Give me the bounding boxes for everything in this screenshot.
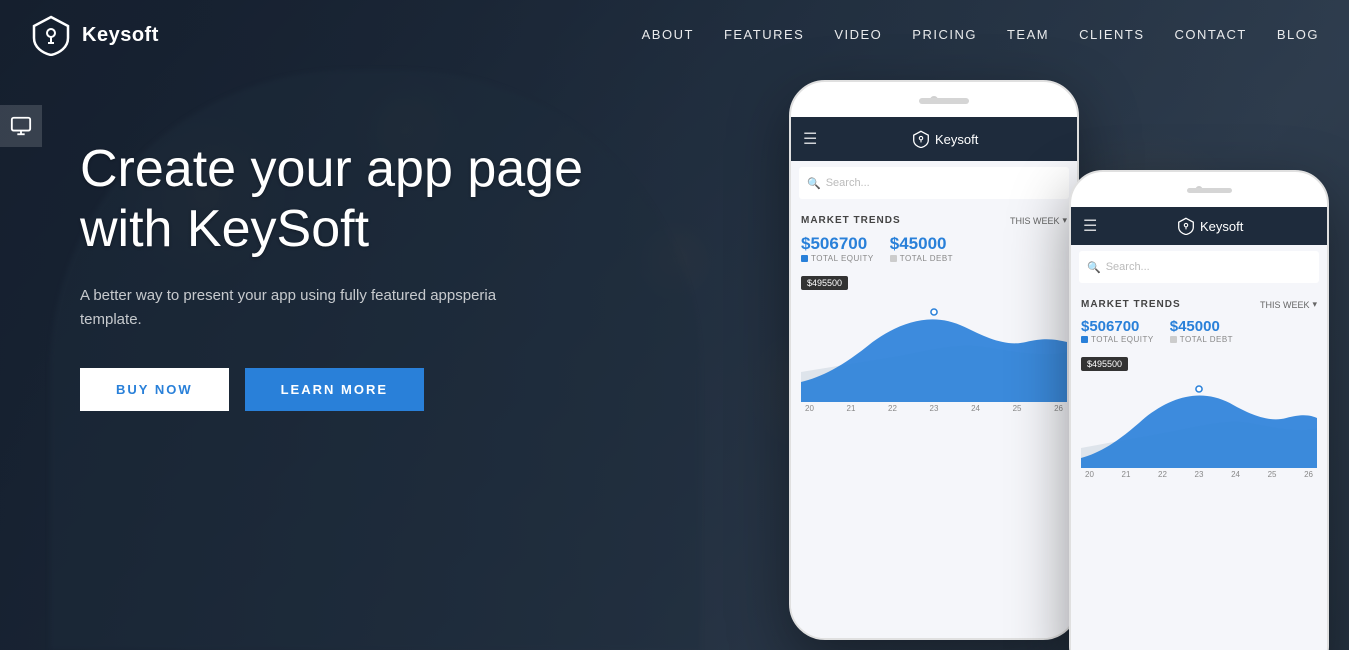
phone-logo-area: Keysoft [912,130,978,148]
chart-tooltip-wrap-2: $495500 [1081,354,1317,373]
phone-second-search-text: Search... [1106,261,1150,273]
debt-label: TOTAL DEBT [890,254,953,263]
equity-dot-2 [1081,336,1088,343]
chart-svg [801,292,1067,402]
chart-area [801,292,1067,402]
phone-main: ☰ Keysoft 🔍 Search... [789,80,1079,640]
phone-second-logo-text: Keysoft [1200,219,1243,234]
navbar: Keysoft ABOUT FEATURES VIDEO PRICING TEA… [0,0,1349,70]
nav-contact[interactable]: CONTACT [1175,27,1247,42]
nav-features[interactable]: FEATURES [724,27,804,42]
market-header-2: MARKET TRENDS THIS WEEK ▾ [1081,299,1317,310]
logo-link[interactable]: Keysoft [30,14,159,56]
chart-tooltip: $495500 [801,276,848,290]
side-widget[interactable] [0,105,42,147]
nav-clients[interactable]: CLIENTS [1079,27,1144,42]
phone-logo-text: Keysoft [935,132,978,147]
market-header: MARKET TRENDS THIS WEEK ▾ [801,215,1067,226]
phone-second-body: MARKET TRENDS THIS WEEK ▾ $506700 TOTAL … [1071,289,1327,489]
debt-dot-2 [1170,336,1177,343]
stat-debt: $45000 TOTAL DEBT [890,234,953,263]
phone-main-screen: ☰ Keysoft 🔍 Search... [791,117,1077,638]
chart-labels: 20 21 22 23 24 25 26 [801,402,1067,413]
phone-search-icon: 🔍 [807,177,821,190]
nav-blog[interactable]: BLOG [1277,27,1319,42]
nav-video[interactable]: VIDEO [834,27,882,42]
phone-second-logo-icon [1177,217,1195,235]
debt-label-2: TOTAL DEBT [1170,335,1233,344]
phone-search-bar: 🔍 Search... [799,167,1069,199]
hero-buttons: BUY NOW LEARN MORE [80,368,630,411]
market-stats: $506700 TOTAL EQUITY $45000 TOTAL DEBT [801,234,1067,263]
hero-section: Keysoft ABOUT FEATURES VIDEO PRICING TEA… [0,0,1349,650]
monitor-icon [10,115,32,137]
equity-value: $506700 [801,234,874,254]
hero-content: Create your app page with KeySoft A bett… [80,140,630,411]
phone-second-topbar: ☰ Keysoft [1071,207,1327,245]
phones-container: ☰ Keysoft 🔍 Search... [729,50,1349,650]
debt-dot [890,255,897,262]
chart-tooltip-2: $495500 [1081,357,1128,371]
equity-value-2: $506700 [1081,318,1154,335]
chart-tooltip-wrap: $495500 [801,273,1067,292]
hero-subtitle: A better way to present your app using f… [80,284,500,332]
stat-debt-2: $45000 TOTAL DEBT [1170,318,1233,344]
nav-team[interactable]: TEAM [1007,27,1049,42]
phone-second-screen: ☰ Keysoft 🔍 Search... [1071,207,1327,650]
equity-dot [801,255,808,262]
market-filter: THIS WEEK ▾ [1010,215,1067,226]
equity-label-2: TOTAL EQUITY [1081,335,1154,344]
chart-svg-2 [1081,373,1317,468]
phone-logo-icon [912,130,930,148]
hamburger-icon: ☰ [803,129,817,149]
logo-text: Keysoft [82,24,159,47]
phone-search-text: Search... [826,177,870,189]
equity-label: TOTAL EQUITY [801,254,874,263]
phone-second: ☰ Keysoft 🔍 Search... [1069,170,1329,650]
debt-value: $45000 [890,234,953,254]
market-title-2: MARKET TRENDS [1081,299,1181,310]
buy-now-button[interactable]: BUY NOW [80,368,229,411]
phone-second-logo: Keysoft [1177,217,1243,235]
hamburger-icon-2: ☰ [1083,216,1097,236]
market-stats-2: $506700 TOTAL EQUITY $45000 TOTAL DEBT [1081,318,1317,344]
stat-equity-2: $506700 TOTAL EQUITY [1081,318,1154,344]
learn-more-button[interactable]: LEARN MORE [245,368,424,411]
phone-body: MARKET TRENDS THIS WEEK ▾ $506700 TOTAL … [791,205,1077,423]
chart-labels-2: 20 21 22 23 24 25 26 [1081,468,1317,479]
chart-area-2 [1081,373,1317,468]
nav-pricing[interactable]: PRICING [912,27,977,42]
phone-second-search-icon: 🔍 [1087,261,1101,274]
nav-about[interactable]: ABOUT [642,27,694,42]
debt-value-2: $45000 [1170,318,1233,335]
hero-title: Create your app page with KeySoft [80,140,630,260]
market-filter-2: THIS WEEK ▾ [1260,299,1317,310]
market-title: MARKET TRENDS [801,215,901,226]
logo-icon [30,14,72,56]
nav-links: ABOUT FEATURES VIDEO PRICING TEAM CLIENT… [642,26,1319,44]
phone-second-search: 🔍 Search... [1079,251,1319,283]
stat-equity: $506700 TOTAL EQUITY [801,234,874,263]
phone-topbar: ☰ Keysoft [791,117,1077,161]
